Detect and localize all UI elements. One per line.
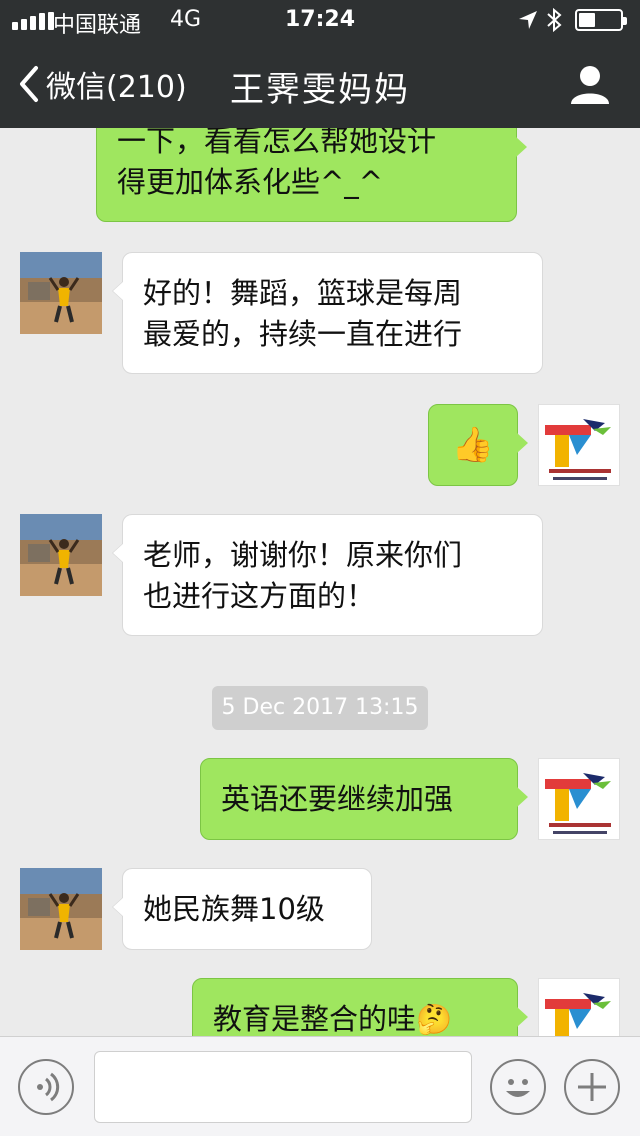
message-bubble[interactable]: 她民族舞10级 — [112, 868, 372, 950]
message-bubble[interactable]: 教育是整合的哇🤔 — [192, 978, 528, 1036]
message-bubble[interactable]: 好的！舞蹈，篮球是每周 最爱的，持续一直在进行 — [112, 252, 543, 374]
emoji-button[interactable] — [490, 1059, 546, 1115]
chat-title: 王霁雯妈妈 — [230, 70, 410, 110]
message-line: 老师，谢谢你！原来你们 — [143, 538, 463, 572]
plus-icon — [578, 1073, 606, 1101]
message-text: 教育是整合的哇🤔 — [213, 1002, 453, 1036]
more-button[interactable] — [564, 1059, 620, 1115]
message-timestamp: 5 Dec 2017 13:15 — [212, 686, 428, 730]
voice-icon — [37, 1072, 60, 1102]
message-line: 最爱的，持续一直在进行 — [143, 317, 463, 351]
profile-icon[interactable] — [568, 62, 612, 106]
avatar[interactable] — [20, 514, 102, 596]
input-bar — [0, 1036, 640, 1136]
status-bar: 中国联通 4G 17:24 — [0, 0, 640, 40]
message-text: 她民族舞10级 — [143, 892, 325, 926]
chat-area[interactable]: 一下，看看怎么帮她设计 得更加体系化些^_^ 好的！舞蹈，篮球是每周 最爱的，持… — [0, 128, 640, 1036]
navigation-bar: 微信(210) 王霁雯妈妈 — [0, 40, 640, 128]
voice-button[interactable] — [18, 1059, 74, 1115]
avatar[interactable] — [538, 404, 620, 486]
message-text: 英语还要继续加强 — [221, 782, 454, 816]
avatar[interactable] — [538, 978, 620, 1036]
battery-icon — [575, 9, 627, 31]
emoji-icon — [506, 1079, 530, 1097]
message-line: 好的！舞蹈，篮球是每周 — [143, 276, 463, 310]
message-line: 也进行这方面的！ — [143, 579, 376, 613]
message-bubble[interactable]: 英语还要继续加强 — [200, 758, 528, 840]
bluetooth-icon — [547, 8, 562, 32]
avatar[interactable] — [20, 868, 102, 950]
thumbs-up-icon: 👍 — [451, 425, 495, 465]
avatar[interactable] — [20, 252, 102, 334]
message-input[interactable] — [94, 1051, 472, 1123]
message-line: 一下，看看怎么帮她设计 — [117, 128, 437, 158]
message-bubble[interactable]: 👍 — [428, 404, 528, 486]
status-time: 17:24 — [284, 7, 356, 32]
message-line: 得更加体系化些^_^ — [117, 165, 384, 199]
top-bar: 中国联通 4G 17:24 微信(210) 王霁雯妈妈 — [0, 0, 640, 128]
message-bubble[interactable]: 老师，谢谢你！原来你们 也进行这方面的！ — [112, 514, 543, 636]
location-icon — [519, 11, 537, 29]
avatar[interactable] — [538, 758, 620, 840]
message-bubble[interactable]: 一下，看看怎么帮她设计 得更加体系化些^_^ — [96, 128, 527, 222]
